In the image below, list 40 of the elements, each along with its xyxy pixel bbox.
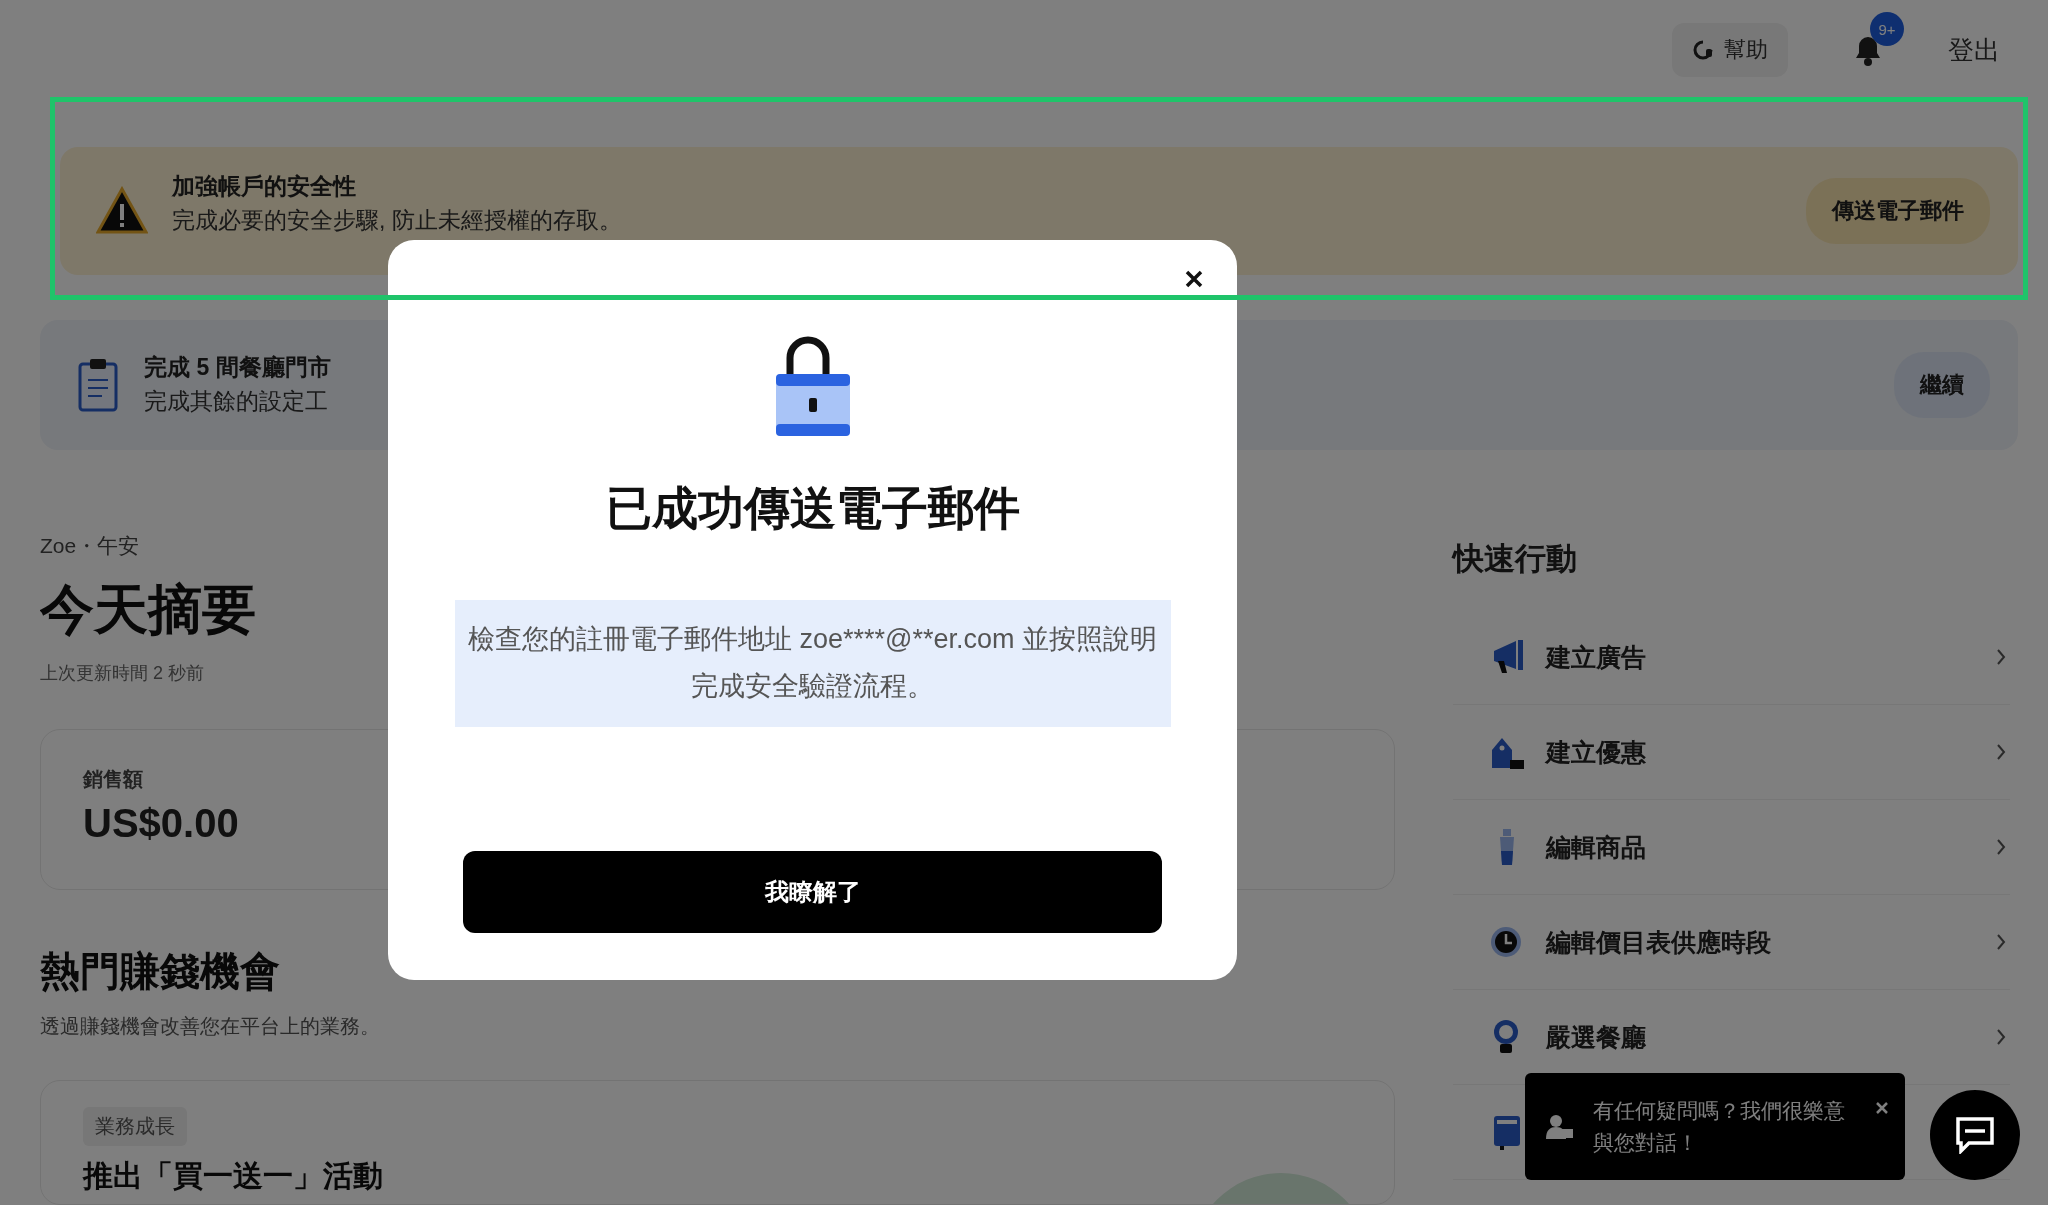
chevron-right-icon — [1996, 838, 2006, 856]
chat-tooltip-text: 有任何疑問嗎？我們很樂意與您對話！ — [1593, 1098, 1846, 1156]
dialog-title: 已成功傳送電子郵件 — [605, 481, 1020, 536]
page-title: 今天摘要 — [40, 578, 256, 641]
chevron-right-icon — [1996, 648, 2006, 666]
acknowledge-button[interactable]: 我瞭解了 — [463, 850, 1162, 933]
notification-badge: 9+ — [1870, 12, 1904, 46]
last-updated-text: 上次更新時間 2 秒前 — [40, 662, 204, 685]
banner-message: 完成其餘的設定工 — [144, 388, 329, 416]
section-title: 熱門賺錢機會 — [40, 948, 280, 995]
chevron-right-icon — [1996, 743, 2006, 761]
logout-link[interactable]: 登出 — [1948, 32, 2000, 68]
help-button[interactable]: 幫助 — [1672, 23, 1788, 77]
send-email-button[interactable]: 傳送電子郵件 — [1806, 178, 1990, 244]
quick-action-item[interactable]: 建立優惠 — [1453, 705, 2010, 800]
quick-action-item[interactable]: 建立廣告 — [1453, 610, 2010, 705]
opportunity-card[interactable]: 業務成長 推出「買一送一」活動 — [40, 1080, 1395, 1205]
banner-title: 完成 5 間餐廳門市 — [144, 354, 332, 382]
category-tag: 業務成長 — [83, 1107, 187, 1146]
quick-action-item[interactable]: 編輯價目表供應時段 — [1453, 895, 2010, 990]
section-subtitle: 透過賺錢機會改善您在平台上的業務。 — [40, 1014, 380, 1039]
opportunity-title: 推出「買一送一」活動 — [83, 1158, 383, 1194]
section-title: 快速行動 — [1453, 540, 1578, 578]
quick-action-item[interactable]: 編輯商品 — [1453, 800, 2010, 895]
cup-icon — [1498, 827, 1516, 867]
chevron-right-icon — [1996, 933, 2006, 951]
warning-icon — [96, 186, 148, 236]
banner-title: 加強帳戶的安全性 — [172, 173, 357, 201]
support-agent-icon — [1545, 1112, 1575, 1141]
sales-value: US$0.00 — [83, 801, 240, 846]
info-message: 檢查您的註冊電子郵件地址 zoe****@**er.com 並按照說明完成安全驗證流程。 — [454, 600, 1171, 727]
chevron-right-icon — [1996, 1028, 2006, 1046]
close-icon — [1875, 1101, 1889, 1115]
banner-message: 完成必要的安全步驟, 防止未經授權的存取。 — [172, 207, 623, 235]
close-icon — [1185, 270, 1203, 288]
greeting-text: Zoe・午安 — [40, 533, 140, 559]
clipboard-icon — [76, 356, 120, 414]
sales-label: 銷售額 — [83, 767, 144, 792]
chat-icon — [1955, 1116, 1995, 1154]
continue-button[interactable]: 繼續 — [1894, 352, 1990, 418]
